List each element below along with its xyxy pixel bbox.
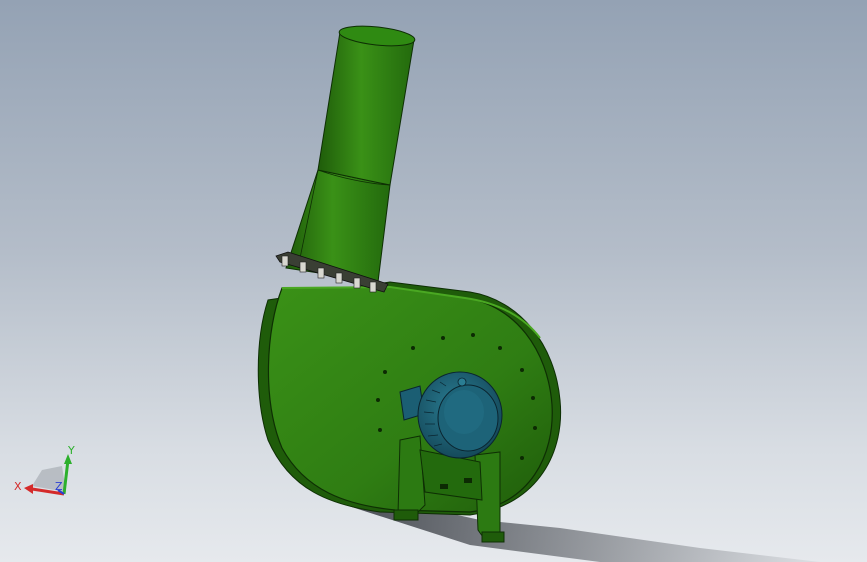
bracket-foot-right — [481, 531, 505, 543]
motor-bracket — [397, 435, 426, 519]
fan-model-scene[interactable] — [0, 0, 867, 562]
triad-y-label: Y — [67, 444, 75, 457]
motor-lifting-eye — [457, 377, 467, 387]
exhaust-pipe — [317, 31, 415, 186]
orientation-triad[interactable]: X Y Z — [10, 440, 80, 510]
triad-x-arrowhead — [24, 484, 33, 494]
triad-y-axis — [62, 459, 70, 495]
triad-z-label: Z — [55, 480, 63, 493]
bracket-foot-left — [393, 509, 419, 521]
triad-x-label: X — [14, 480, 22, 493]
motor-end-cap-highlight — [444, 390, 484, 434]
3d-model-viewport[interactable]: X Y Z — [0, 0, 867, 562]
